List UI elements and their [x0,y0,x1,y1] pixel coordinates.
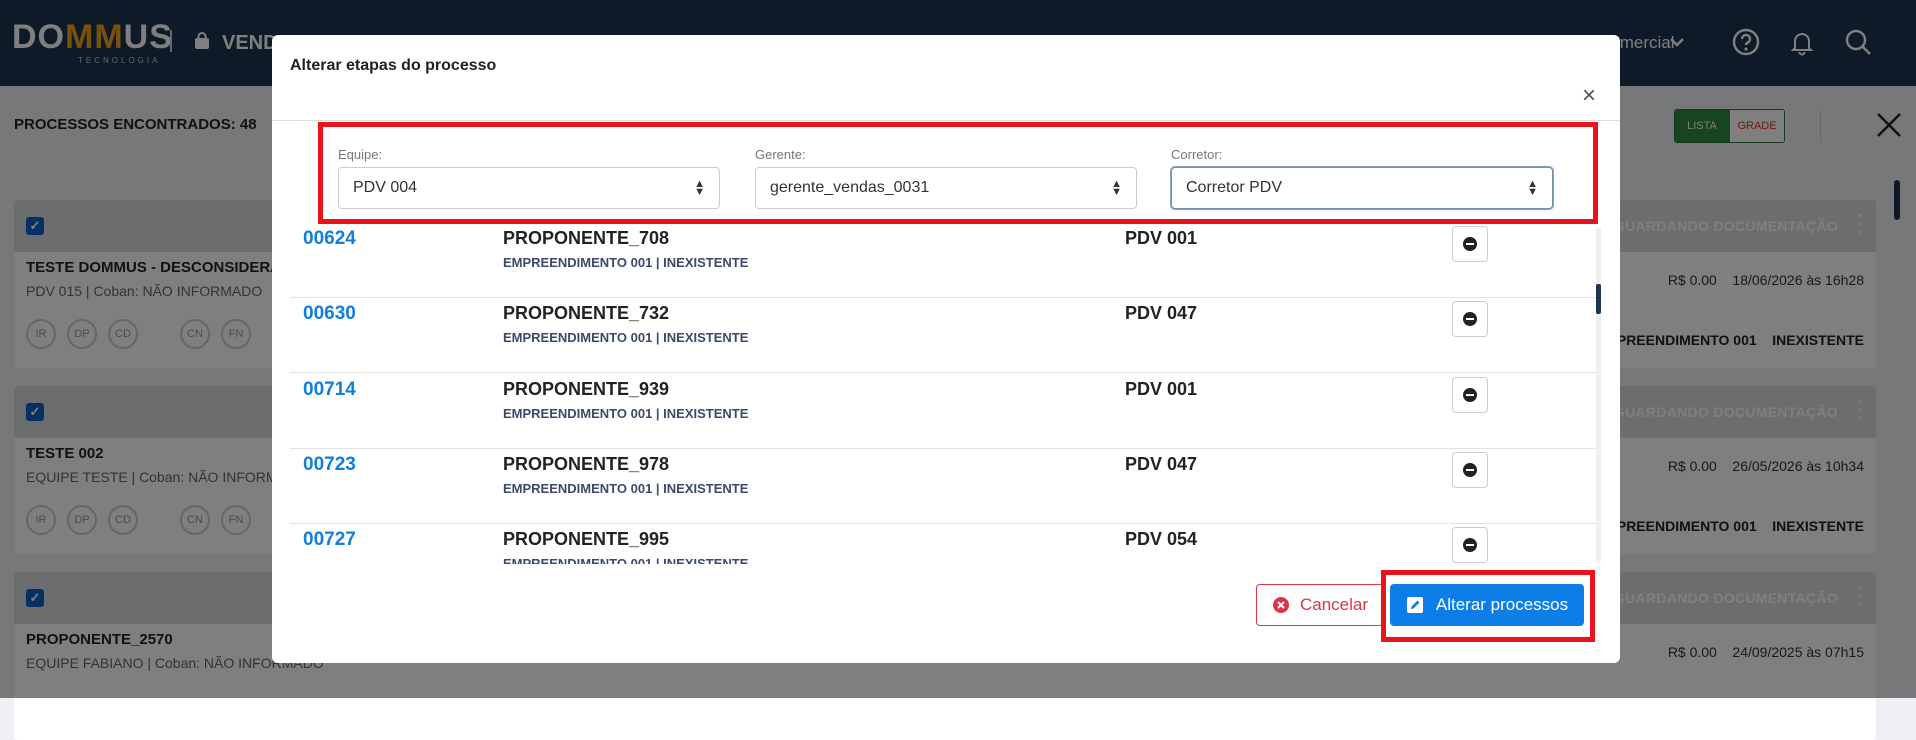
list-scrollbar-track[interactable] [1596,228,1601,562]
cancel-button[interactable]: Cancelar [1256,584,1384,626]
remove-button[interactable] [1452,527,1488,563]
gerente-value: gerente_vendas_0031 [770,179,930,196]
pdv-text: PDV 054 [1125,529,1198,549]
select-arrows-icon: ▲ ▼ [1527,178,1538,198]
minus-circle-icon [1463,463,1477,477]
empreendimento-text: EMPREENDIMENTO 001 | INEXISTENTE [503,481,749,496]
corretor-select[interactable]: Corretor PDV ▲ ▼ [1171,167,1553,209]
select-arrows-icon: ▲ ▼ [1111,178,1122,198]
minus-circle-icon [1463,388,1477,402]
gerente-label: Gerente: [755,147,806,162]
proponent-name: PROPONENTE_939 [503,379,670,399]
list-item: 00723 PROPONENTE_978 EMPREENDIMENTO 001 … [290,448,1598,524]
empreendimento-text: EMPREENDIMENTO 001 | INEXISTENTE [503,556,749,564]
process-id-link[interactable]: 00714 [303,379,356,401]
pdv-text: PDV 001 [1125,228,1198,248]
modal-close-button[interactable]: × [1582,82,1596,110]
edit-square-icon [1406,597,1423,613]
x-circle-icon [1272,597,1289,613]
equipe-label: Equipe: [338,147,383,162]
corretor-label: Corretor: [1171,147,1223,162]
corretor-value: Corretor PDV [1186,179,1283,196]
remove-button[interactable] [1452,377,1488,413]
pdv-text: PDV 001 [1125,379,1198,399]
remove-button[interactable] [1452,226,1488,262]
equipe-select[interactable]: PDV 004 ▲ ▼ [338,167,720,209]
remove-button[interactable] [1452,301,1488,337]
empreendimento-text: EMPREENDIMENTO 001 | INEXISTENTE [503,406,749,421]
list-item: 00714 PROPONENTE_939 EMPREENDIMENTO 001 … [290,373,1598,449]
minus-circle-icon [1463,237,1477,251]
equipe-value: PDV 004 [353,179,418,196]
proponent-name: PROPONENTE_978 [503,454,670,474]
list-item: 00624 PROPONENTE_708 EMPREENDIMENTO 001 … [290,222,1598,298]
minus-circle-icon [1463,538,1477,552]
alter-label: Alterar processos [1435,595,1569,614]
minus-circle-icon [1463,312,1477,326]
list-item: 00630 PROPONENTE_732 EMPREENDIMENTO 001 … [290,297,1598,373]
proponent-name: PROPONENTE_708 [503,228,670,248]
empreendimento-text: EMPREENDIMENTO 001 | INEXISTENTE [503,255,749,270]
select-arrows-icon: ▲ ▼ [694,178,705,198]
gerente-select[interactable]: gerente_vendas_0031 ▲ ▼ [755,167,1137,209]
proponent-name: PROPONENTE_995 [503,529,670,549]
proponent-name: PROPONENTE_732 [503,303,670,323]
empreendimento-text: EMPREENDIMENTO 001 | INEXISTENTE [503,330,749,345]
process-id-link[interactable]: 00727 [303,529,356,551]
list-item: 00727 PROPONENTE_995 EMPREENDIMENTO 001 … [290,523,1598,564]
alter-processes-button[interactable]: Alterar processos [1390,584,1584,626]
list-scrollbar-thumb[interactable] [1596,284,1601,314]
process-id-link[interactable]: 00723 [303,454,356,476]
process-id-link[interactable]: 00630 [303,303,356,325]
process-id-link[interactable]: 00624 [303,228,356,250]
modal-title: Alterar etapas do processo [290,57,497,74]
cancel-label: Cancelar [1299,595,1369,614]
pdv-text: PDV 047 [1125,454,1198,474]
process-list: 00624 PROPONENTE_708 EMPREENDIMENTO 001 … [290,222,1598,564]
pdv-text: PDV 047 [1125,303,1198,323]
remove-button[interactable] [1452,452,1488,488]
modal-header-divider [272,120,1620,121]
